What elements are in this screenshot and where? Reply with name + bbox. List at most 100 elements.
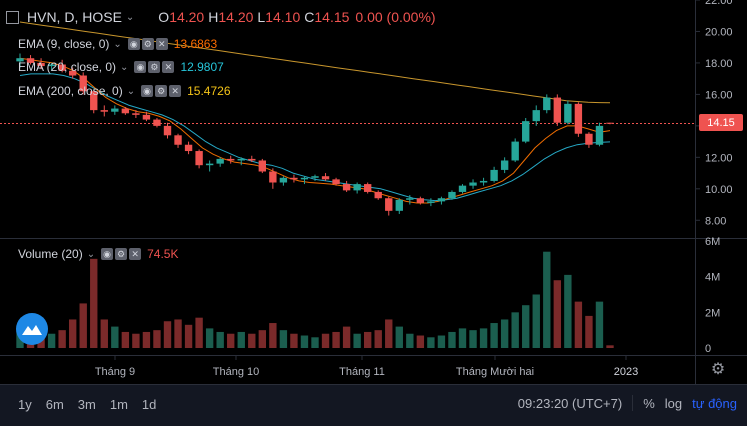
candle-body: [121, 108, 130, 114]
volume-bar: [416, 335, 425, 348]
volume-bar: [585, 315, 593, 348]
candle-body: [448, 191, 456, 199]
candle-body: [237, 158, 245, 161]
indicator-value: 12.9807: [180, 60, 224, 74]
volume-bar: [163, 321, 172, 348]
volume-bar: [248, 333, 256, 348]
volume-bar: [290, 333, 298, 348]
volume-bar: [332, 331, 340, 348]
price-tick-label: 22.00: [705, 0, 733, 7]
change-value: 0.00 (0.00%): [355, 9, 436, 25]
eye-icon[interactable]: ◉: [101, 248, 114, 260]
candle-body: [574, 103, 583, 134]
gear-icon[interactable]: ⚙: [710, 362, 726, 378]
percent-toggle[interactable]: %: [643, 396, 655, 411]
volume-bar: [174, 319, 182, 348]
indicator-label: EMA (9, close, 0): [18, 37, 110, 51]
collapse-icon[interactable]: [6, 10, 19, 24]
volume-bar: [448, 331, 456, 348]
candle-body: [490, 169, 498, 181]
chevron-down-icon[interactable]: ⌄: [126, 12, 134, 23]
indicator-ema20[interactable]: EMA (20, close, 0) ⌄ ◉ ⚙ ✕ 12.9807: [18, 60, 224, 74]
candle-body: [163, 125, 172, 136]
range-1y-button[interactable]: 1y: [14, 395, 36, 414]
volume-bar: [300, 335, 309, 348]
eye-icon[interactable]: ◉: [134, 61, 147, 73]
range-6m-button[interactable]: 6m: [42, 395, 68, 414]
candle-body: [174, 135, 182, 145]
indicator-value: 15.4726: [187, 84, 231, 98]
gear-icon[interactable]: ⚙: [155, 85, 168, 97]
close-icon[interactable]: ✕: [169, 85, 182, 97]
high-value: 14.20: [218, 9, 254, 25]
volume-bar: [68, 319, 77, 348]
indicator-volume[interactable]: Volume (20) ⌄ ◉ ⚙ ✕ 74.5K: [18, 247, 178, 261]
auto-toggle[interactable]: tự động: [692, 396, 737, 411]
bottom-toolbar: 1y 6m 3m 1m 1d 09:23:20 (UTC+7) % log tự…: [0, 384, 747, 426]
indicator-ema200[interactable]: EMA (200, close, 0) ⌄ ◉ ⚙ ✕ 15.4726: [18, 84, 231, 98]
candle-body: [227, 158, 235, 161]
ema9-line: [19, 57, 611, 204]
range-1d-button[interactable]: 1d: [138, 395, 160, 414]
close-icon[interactable]: ✕: [162, 61, 175, 73]
candle-body: [111, 108, 119, 112]
open-value: 14.20: [169, 9, 205, 25]
chevron-down-icon[interactable]: ⌄: [113, 39, 121, 50]
clock-time[interactable]: 09:23:20 (UTC+7): [518, 396, 622, 411]
chevron-down-icon[interactable]: ⌄: [127, 86, 135, 97]
chevron-down-icon[interactable]: ⌄: [120, 62, 128, 73]
candle-body: [258, 160, 267, 172]
volume-bar: [142, 331, 151, 348]
volume-bar: [479, 328, 488, 348]
candle-body: [216, 158, 224, 164]
indicator-ema9[interactable]: EMA (9, close, 0) ⌄ ◉ ⚙ ✕ 13.6863: [18, 37, 217, 51]
volume-bar: [500, 319, 509, 348]
price-tick-label: 8.00: [705, 215, 726, 227]
volume-bar: [205, 328, 214, 348]
candle-body: [500, 160, 509, 170]
candle-body: [427, 201, 435, 203]
low-value: 14.10: [265, 9, 301, 25]
candle-body: [606, 122, 614, 124]
time-tick-label: Tháng 11: [339, 366, 385, 378]
volume-bar: [490, 323, 498, 348]
gear-icon[interactable]: ⚙: [115, 248, 128, 260]
volume-bar: [511, 312, 519, 348]
candle-body: [153, 119, 161, 126]
indicator-value: 74.5K: [147, 247, 179, 261]
price-tick-label: 12.00: [705, 152, 733, 164]
log-toggle[interactable]: log: [665, 396, 682, 411]
close-icon[interactable]: ✕: [129, 248, 142, 260]
gear-icon[interactable]: ⚙: [148, 61, 161, 73]
chevron-down-icon[interactable]: ⌄: [87, 249, 95, 260]
volume-bar: [58, 330, 66, 348]
volume-bar: [353, 333, 361, 348]
candle-body: [184, 144, 193, 152]
low-label: L: [257, 9, 266, 25]
logo-icon[interactable]: [16, 313, 48, 345]
range-3m-button[interactable]: 3m: [74, 395, 100, 414]
price-tick-label: 16.00: [705, 89, 733, 101]
volume-bar: [437, 335, 446, 348]
time-tick-label: Tháng 9: [95, 366, 135, 378]
volume-bar: [522, 305, 530, 348]
volume-bar: [458, 328, 467, 348]
candle-body: [406, 198, 414, 200]
volume-bar: [342, 326, 351, 348]
chart-svg[interactable]: 8.0010.0012.0014.0016.0018.0020.0022.000…: [0, 0, 747, 384]
range-1m-button[interactable]: 1m: [106, 395, 132, 414]
bottom-right-controls: 09:23:20 (UTC+7) % log tự động: [518, 395, 737, 411]
volume-bar: [227, 333, 235, 348]
close-icon[interactable]: ✕: [155, 38, 168, 50]
eye-icon[interactable]: ◉: [127, 38, 140, 50]
volume-bar: [363, 331, 372, 348]
volume-bar: [606, 345, 614, 348]
symbol-name[interactable]: HVN, D, HOSE: [27, 9, 122, 25]
price-tick-label: 18.00: [705, 58, 733, 70]
time-tick-label: 2023: [614, 366, 638, 378]
candle-body: [332, 179, 340, 185]
close-value: 14.15: [314, 9, 350, 25]
time-tick-label: Tháng Mười hai: [456, 366, 534, 378]
eye-icon[interactable]: ◉: [141, 85, 154, 97]
gear-icon[interactable]: ⚙: [141, 38, 154, 50]
